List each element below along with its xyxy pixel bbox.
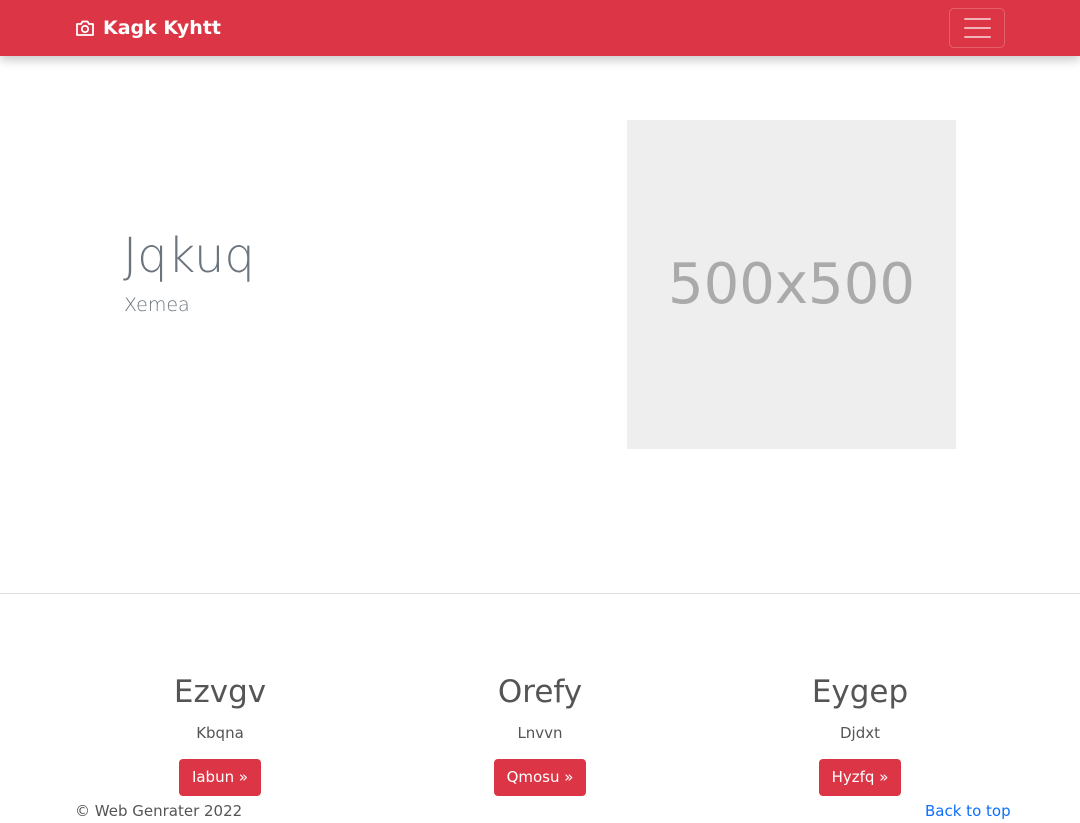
hamburger-icon-bar [963, 27, 991, 29]
feature-heading: Orefy [497, 674, 583, 710]
hero-title: Jqkuq [123, 228, 255, 284]
camera-icon [76, 20, 94, 36]
feature-heading: Ezvgv [173, 674, 267, 710]
section-divider [0, 593, 1080, 594]
brand-name: Kagk Kyhtt [103, 17, 221, 39]
footer-copyright: © Web Genrater 2022 [75, 802, 243, 820]
feature-text: Kbqna [196, 724, 244, 743]
brand-link[interactable]: Kagk Kyhtt [75, 16, 221, 40]
feature-text: Djdxt [840, 724, 880, 743]
placeholder-size-text: 500x500 [668, 252, 915, 317]
back-to-top-link[interactable]: Back to top [925, 802, 1011, 820]
feature-text: Lnvvn [517, 724, 563, 743]
feature-heading: Eygep [811, 674, 909, 710]
hero-image-placeholder: 500x500 [627, 120, 956, 449]
hamburger-icon-bar [963, 18, 991, 20]
hamburger-icon-bar [963, 36, 991, 38]
hero-subtitle: Xemea [124, 294, 190, 316]
navbar: Kagk Kyhtt [0, 0, 1080, 56]
feature-button[interactable]: Qmosu » [493, 759, 587, 797]
feature-column: Orefy Lnvvn Qmosu » [390, 672, 690, 797]
feature-button[interactable]: Hyzfq » [818, 759, 902, 797]
feature-column: Eygep Djdxt Hyzfq » [710, 672, 1010, 797]
feature-column: Ezvgv Kbqna Iabun » [70, 672, 370, 797]
feature-button[interactable]: Iabun » [178, 759, 262, 797]
navbar-toggler-button[interactable] [949, 8, 1005, 48]
